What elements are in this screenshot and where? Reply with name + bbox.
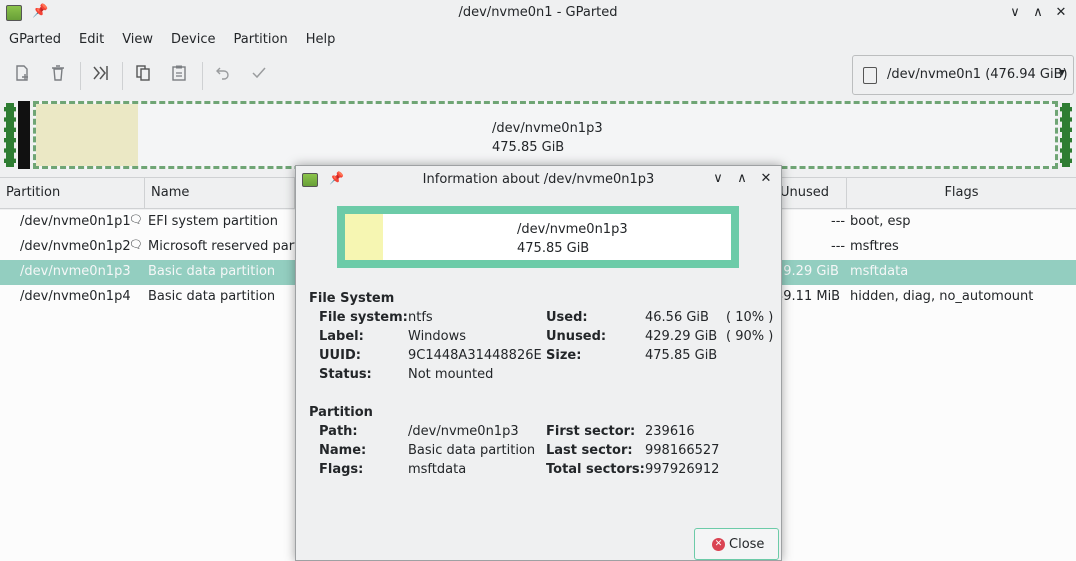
size-label: Size: <box>546 348 582 363</box>
title-bar: 📌 /dev/nvme0n1 - GParted ∨ ∧ ✕ <box>0 0 1076 26</box>
apply-icon[interactable] <box>247 64 271 88</box>
status-value: Not mounted <box>408 367 494 382</box>
first-sector-label: First sector: <box>546 424 636 439</box>
name-label: Name: <box>319 443 367 458</box>
path-label: Path: <box>319 424 358 439</box>
partition-info-dialog: 📌 Information about /dev/nvme0n1p3 ∨ ∧ ✕… <box>295 165 782 561</box>
column-header-flags[interactable]: Flags <box>847 178 1076 208</box>
size-value: 475.85 GiB <box>645 348 718 363</box>
unused-percent: ( 90% ) <box>726 329 774 344</box>
used-space-fill <box>345 214 383 260</box>
cell-unused: --- <box>831 239 846 254</box>
cell-flags: hidden, diag, no_automount <box>850 289 1034 304</box>
first-sector-value: 239616 <box>645 424 695 439</box>
dialog-close-icon[interactable]: ✕ <box>756 169 776 189</box>
menu-device[interactable]: Device <box>162 29 224 53</box>
disk-segment-p1[interactable] <box>4 101 16 169</box>
dialog-minimize-button[interactable]: ∨ <box>708 169 728 189</box>
filesystem-label: File system: <box>319 310 408 325</box>
cell-flags: boot, esp <box>850 214 911 229</box>
label-value: Windows <box>408 329 467 344</box>
unused-label: Unused: <box>546 329 607 344</box>
flags-value: msftdata <box>408 462 467 477</box>
disk-map: /dev/nvme0n1p3 475.85 GiB <box>0 99 1076 173</box>
toolbar-separator <box>80 62 81 90</box>
path-value: /dev/nvme0n1p3 <box>408 424 519 439</box>
usage-bar-size: 475.85 GiB <box>517 241 590 256</box>
uuid-value: 9C1448A31448826E <box>408 348 542 363</box>
close-icon: ✕ <box>712 538 725 551</box>
cell-unused: 39.11 MiB <box>775 289 841 304</box>
flags-label: Flags: <box>319 462 364 477</box>
filesystem-value: ntfs <box>408 310 433 325</box>
used-label: Used: <box>546 310 588 325</box>
last-sector-value: 998166527 <box>645 443 720 458</box>
status-label: Status: <box>319 367 372 382</box>
dialog-maximize-button[interactable]: ∧ <box>732 169 752 189</box>
undo-icon[interactable] <box>211 64 235 88</box>
new-partition-icon[interactable] <box>10 64 34 88</box>
uuid-label: UUID: <box>319 348 361 363</box>
menu-edit[interactable]: Edit <box>70 29 113 53</box>
cell-flags: msftres <box>850 239 899 254</box>
delete-partition-icon[interactable] <box>46 64 70 88</box>
menu-partition[interactable]: Partition <box>225 29 297 53</box>
last-sector-label: Last sector: <box>546 443 633 458</box>
chevron-down-icon: ▾ <box>1058 65 1065 79</box>
toolbar-separator <box>202 62 203 90</box>
device-selector[interactable]: /dev/nvme0n1 (476.94 GiB) ▾ <box>852 55 1074 95</box>
name-value: Basic data partition <box>408 443 536 458</box>
window-title: /dev/nvme0n1 - GParted <box>458 5 618 20</box>
disk-segment-size: 475.85 GiB <box>492 140 565 155</box>
used-value: 46.56 GiB <box>645 310 709 325</box>
resize-move-icon[interactable] <box>89 64 113 88</box>
cell-partition: /dev/nvme0n1p2 <box>20 239 131 254</box>
dialog-title-bar: 📌 Information about /dev/nvme0n1p3 ∨ ∧ ✕ <box>296 166 781 194</box>
toolbar-separator <box>122 62 123 90</box>
maximize-button[interactable]: ∧ <box>1027 2 1049 24</box>
device-selector-label: /dev/nvme0n1 (476.94 GiB) <box>887 67 1068 82</box>
cell-name: Basic data partition <box>148 264 276 279</box>
cell-unused: --- <box>831 214 846 229</box>
column-header-partition[interactable]: Partition <box>0 178 145 208</box>
disk-icon <box>863 67 877 84</box>
menu-gparted[interactable]: GParted <box>0 29 70 53</box>
cell-name: EFI system partition <box>148 214 278 229</box>
close-button[interactable]: ✕ Close <box>694 528 779 560</box>
filesystem-section-title: File System <box>309 291 395 306</box>
copy-icon[interactable] <box>131 64 155 88</box>
partition-usage-bar: /dev/nvme0n1p3 475.85 GiB <box>337 206 739 268</box>
usage-bar-path: /dev/nvme0n1p3 <box>517 222 628 237</box>
total-sectors-label: Total sectors: <box>546 462 645 477</box>
cell-name: Microsoft reserved part <box>148 239 300 254</box>
disk-segment-path: /dev/nvme0n1p3 <box>492 121 603 136</box>
label-label: Label: <box>319 329 364 344</box>
disk-segment-p4[interactable] <box>1060 101 1072 169</box>
total-sectors-value: 997926912 <box>645 462 720 477</box>
disk-segment-p2[interactable] <box>18 101 30 169</box>
cell-partition: /dev/nvme0n1p1 <box>20 214 131 229</box>
partition-section-title: Partition <box>309 405 373 420</box>
menu-help[interactable]: Help <box>297 29 345 53</box>
warning-icon: 🗨 <box>129 213 143 226</box>
menu-bar: GParted Edit View Device Partition Help <box>0 29 344 53</box>
disk-segment-p3[interactable]: /dev/nvme0n1p3 475.85 GiB <box>33 101 1058 169</box>
cell-partition: /dev/nvme0n1p3 <box>20 264 131 279</box>
menu-view[interactable]: View <box>113 29 162 53</box>
minimize-button[interactable]: ∨ <box>1004 2 1026 24</box>
column-header-name[interactable]: Name <box>145 178 295 208</box>
paste-icon[interactable] <box>167 64 191 88</box>
unused-value: 429.29 GiB <box>645 329 718 344</box>
used-space-fill <box>36 104 138 166</box>
close-window-button[interactable]: ✕ <box>1050 2 1072 24</box>
cell-flags: msftdata <box>850 264 909 279</box>
close-button-label: Close <box>729 537 765 552</box>
warning-icon: 🗨 <box>129 238 143 251</box>
cell-partition: /dev/nvme0n1p4 <box>20 289 131 304</box>
cell-unused: 29.29 GiB <box>775 264 839 279</box>
cell-name: Basic data partition <box>148 289 276 304</box>
used-percent: ( 10% ) <box>726 310 774 325</box>
